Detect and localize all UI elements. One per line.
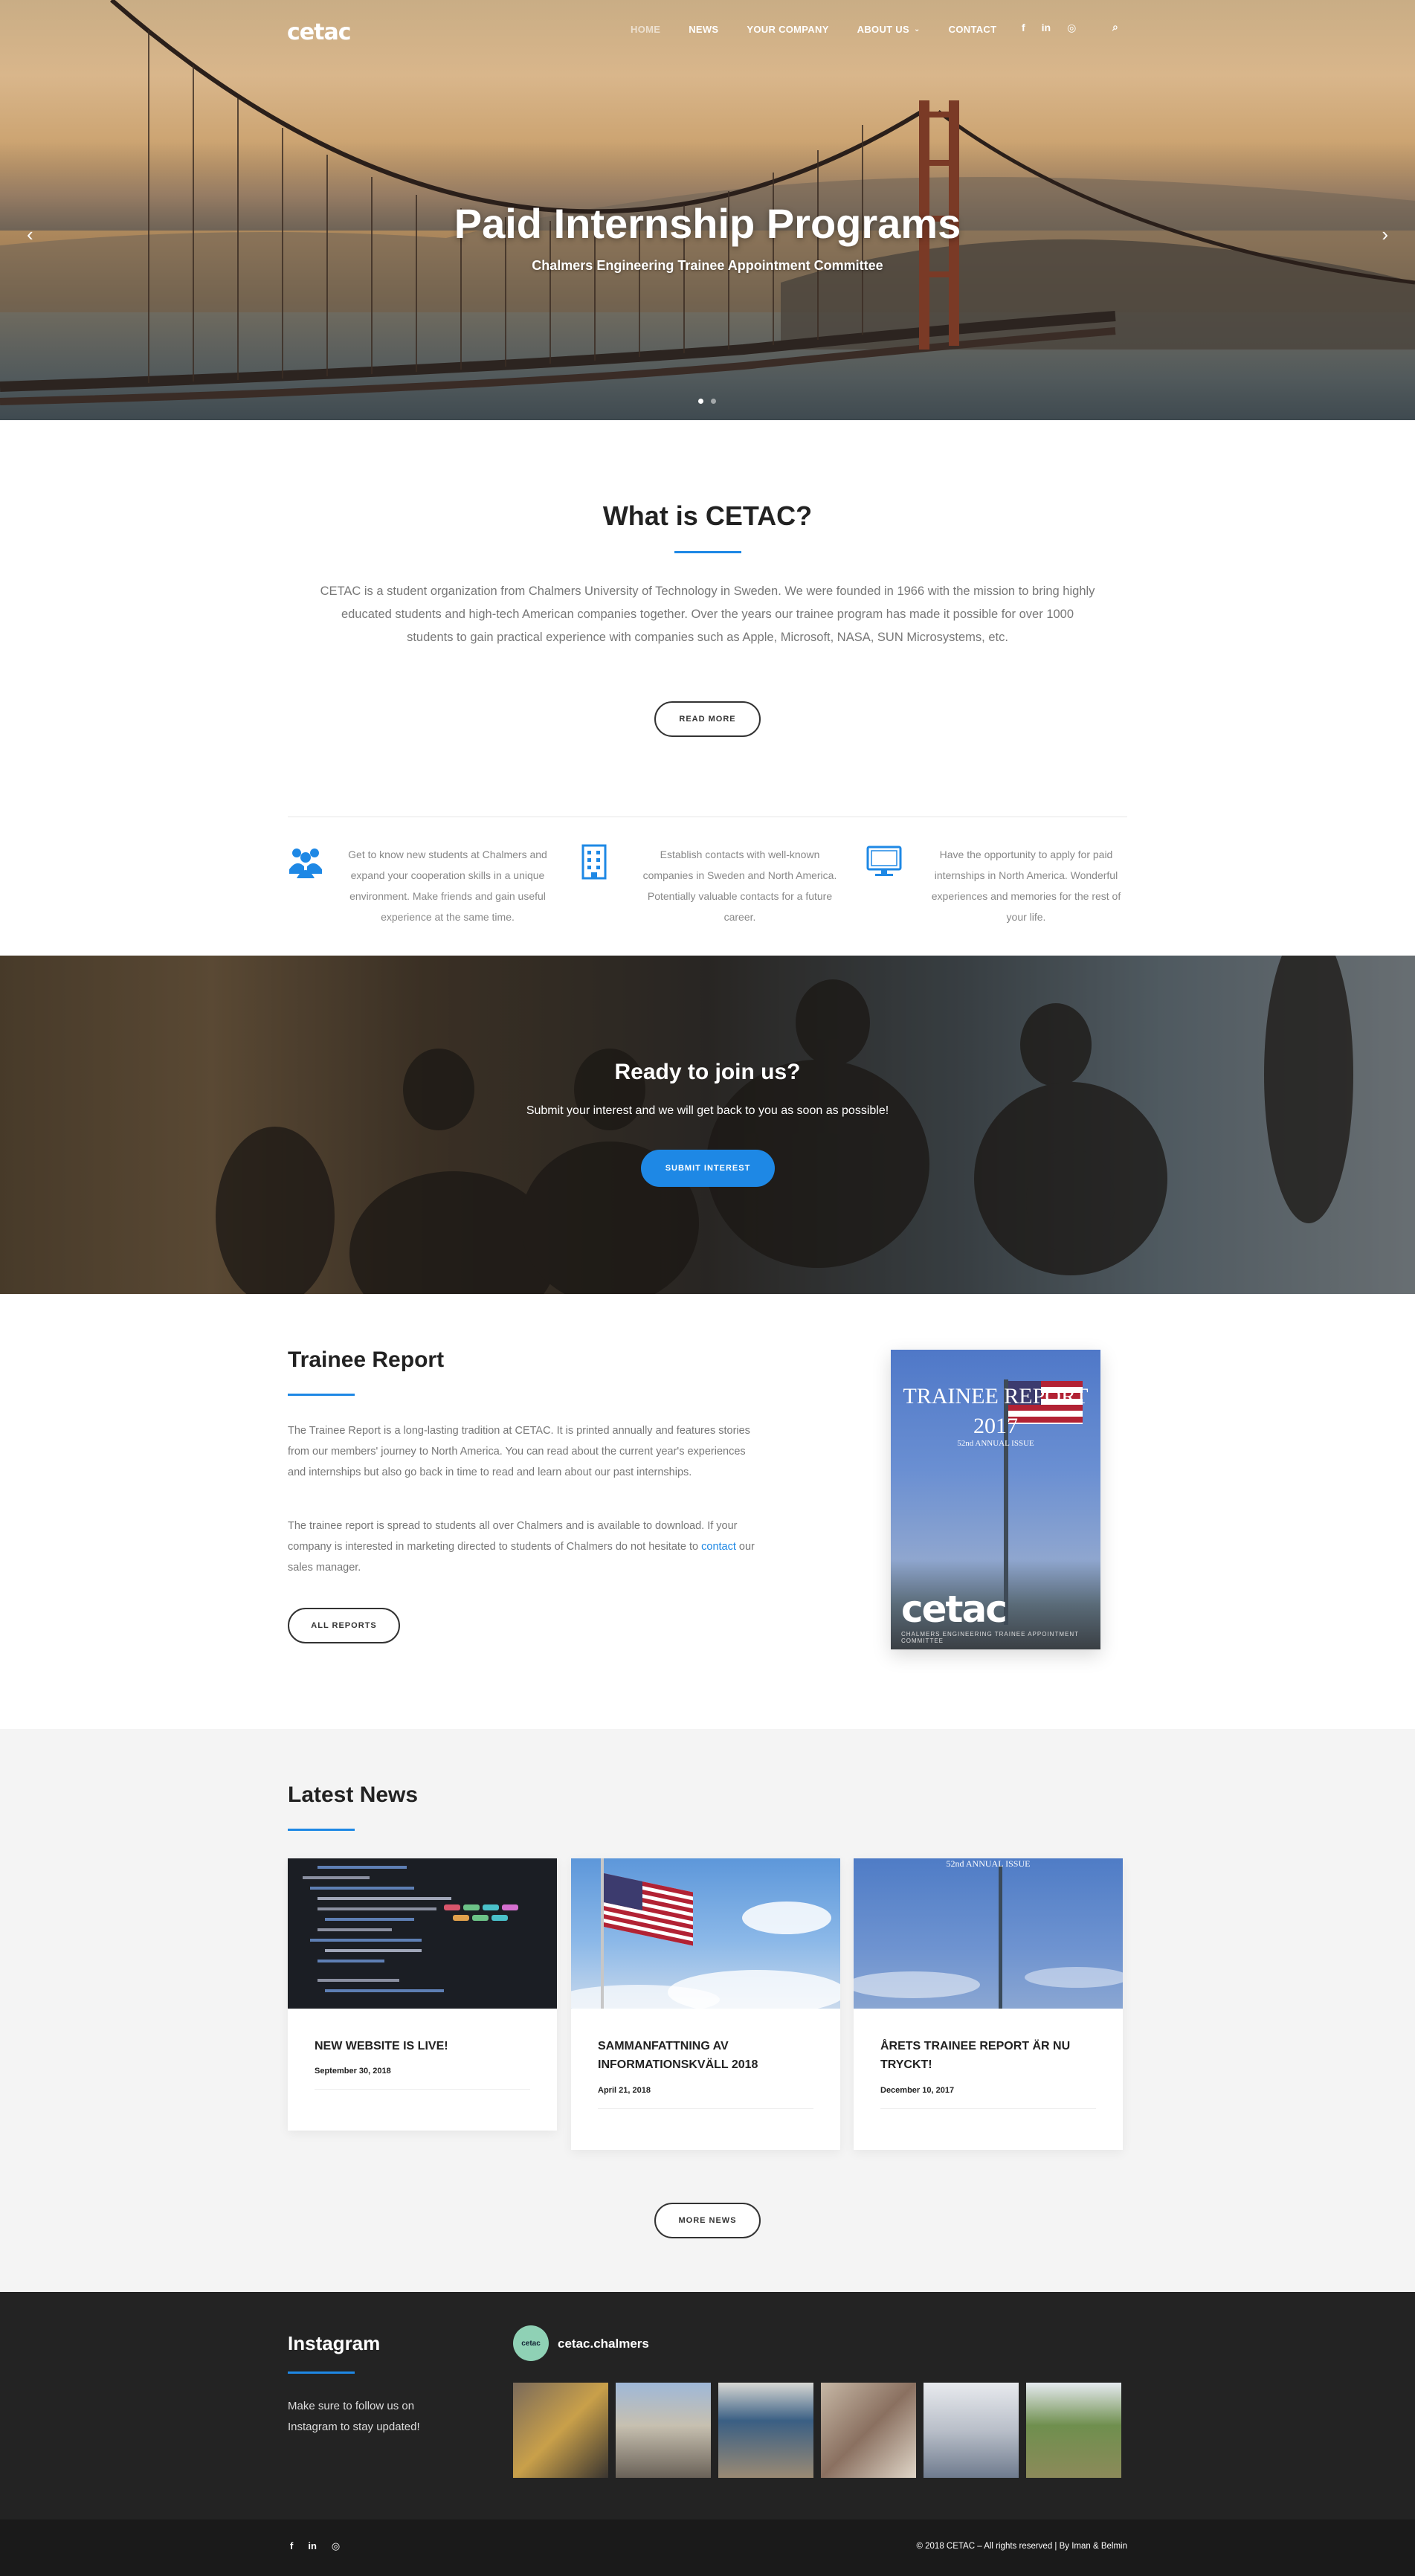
report-paragraph-1: The Trainee Report is a long-lasting tra… bbox=[288, 1425, 750, 1478]
report-cover-image[interactable]: TRAINEE REPORT 2017 52nd ANNUAL ISSUE ce… bbox=[891, 1350, 1100, 1649]
card-divider bbox=[315, 2089, 530, 2090]
feature-contacts-text: Establish contacts with well-known compa… bbox=[642, 849, 837, 923]
code-screen bbox=[303, 1866, 518, 1992]
instagram-post[interactable] bbox=[616, 2383, 711, 2478]
linkedin-icon[interactable]: in bbox=[1042, 22, 1051, 34]
users-icon bbox=[289, 849, 322, 878]
instagram-avatar[interactable]: cetac bbox=[513, 2325, 549, 2361]
instagram-icon[interactable]: ◎ bbox=[332, 2540, 340, 2552]
news-card-title[interactable]: NEW WEBSITE IS LIVE! bbox=[315, 2037, 530, 2055]
nav-about-us[interactable]: ABOUT US ⌄ bbox=[857, 24, 921, 35]
news-card-date: April 21, 2018 bbox=[598, 2086, 651, 2095]
copyright-text: © 2018 CETAC – All rights reserved | By … bbox=[916, 2542, 1127, 2551]
nav-home[interactable]: HOME bbox=[631, 24, 660, 35]
about-title: What is CETAC? bbox=[602, 500, 813, 531]
read-more-button[interactable]: READ MORE bbox=[654, 701, 761, 737]
hero-slider: cetac HOME NEWS YOUR COMPANY ABOUT US ⌄ C… bbox=[0, 0, 1415, 420]
nav-your-company[interactable]: YOUR COMPANY bbox=[747, 24, 828, 35]
hero-subtitle: Chalmers Engineering Trainee Appointment… bbox=[532, 258, 883, 273]
hero-title: Paid Internship Programs bbox=[454, 200, 961, 247]
report-p2-start: The trainee report is spread to students… bbox=[288, 1520, 738, 1553]
nav-about-us-label: ABOUT US bbox=[857, 24, 909, 35]
instagram-feed bbox=[513, 2383, 1121, 2478]
contact-link[interactable]: contact bbox=[701, 1541, 736, 1553]
trainee-report-section: Trainee Report The Trainee Report is a l… bbox=[0, 1294, 1415, 1729]
header-social-links: f in ◎ bbox=[1022, 22, 1076, 34]
cetac-logo[interactable]: cetac bbox=[287, 19, 351, 45]
cover-subtitle: CHALMERS ENGINEERING TRAINEE APPOINTMENT… bbox=[901, 1631, 1079, 1644]
card-divider bbox=[598, 2108, 813, 2109]
about-text: CETAC is a student organization from Cha… bbox=[320, 585, 1095, 644]
nav-news[interactable]: NEWS bbox=[689, 24, 718, 35]
more-news-button[interactable]: MORE NEWS bbox=[654, 2203, 761, 2238]
news-image-code bbox=[288, 1858, 557, 2009]
news-card-title[interactable]: SAMMANFATTNING AV INFORMATIONSKVÄLL 2018 bbox=[598, 2037, 813, 2074]
news-card[interactable]: 52nd ANNUAL ISSUE ÅRETS TRAINEE REPORT Ä… bbox=[854, 1858, 1123, 2150]
join-section: Ready to join us? Submit your interest a… bbox=[0, 956, 1415, 1294]
search-icon[interactable]: ⌕ bbox=[1112, 21, 1118, 33]
title-underline bbox=[288, 1394, 355, 1396]
title-underline bbox=[288, 2371, 355, 2374]
flag-photo bbox=[571, 1858, 840, 2009]
join-text: Submit your interest and we will get bac… bbox=[526, 1104, 889, 1117]
report-title: Trainee Report bbox=[288, 1347, 445, 1372]
monitor-icon bbox=[866, 846, 902, 876]
card-divider bbox=[880, 2108, 1096, 2109]
instagram-icon[interactable]: ◎ bbox=[1067, 22, 1076, 34]
facebook-icon[interactable]: f bbox=[290, 2540, 293, 2552]
join-title: Ready to join us? bbox=[614, 1060, 801, 1084]
slider-dots bbox=[698, 399, 716, 404]
report-photo bbox=[854, 1866, 1123, 2009]
instagram-post[interactable] bbox=[1026, 2383, 1121, 2478]
news-card-title[interactable]: ÅRETS TRAINEE REPORT ÄR NU TRYCKT! bbox=[880, 2037, 1096, 2074]
instagram-handle[interactable]: cetac.chalmers bbox=[558, 2337, 649, 2351]
instagram-section: Instagram Make sure to follow us on Inst… bbox=[0, 2292, 1415, 2519]
instagram-text: Make sure to follow us on Instagram to s… bbox=[288, 2400, 420, 2433]
nav-menu: HOME NEWS YOUR COMPANY ABOUT US ⌄ CONTACT bbox=[631, 24, 1025, 35]
news-image-flag bbox=[571, 1858, 840, 2009]
slider-dot-1[interactable] bbox=[698, 399, 703, 404]
building-icon bbox=[581, 844, 607, 880]
news-title: Latest News bbox=[288, 1783, 419, 1807]
instagram-post[interactable] bbox=[718, 2383, 813, 2478]
report-paragraph-2: The trainee report is spread to students… bbox=[288, 1516, 764, 1578]
news-card-date: September 30, 2018 bbox=[315, 2067, 391, 2076]
cover-year: 2017 bbox=[973, 1414, 1018, 1438]
news-card[interactable]: NEW WEBSITE IS LIVE! September 30, 2018 bbox=[288, 1858, 557, 2131]
instagram-title: Instagram bbox=[288, 2332, 381, 2354]
slider-dot-2[interactable] bbox=[711, 399, 716, 404]
overlay bbox=[0, 956, 1415, 1294]
all-reports-button[interactable]: ALL REPORTS bbox=[288, 1608, 400, 1643]
feature-internships-text: Have the opportunity to apply for paid i… bbox=[931, 849, 1121, 923]
chevron-down-icon: ⌄ bbox=[913, 25, 921, 33]
instagram-post[interactable] bbox=[821, 2383, 916, 2478]
main-navigation: cetac HOME NEWS YOUR COMPANY ABOUT US ⌄ C… bbox=[0, 0, 1415, 61]
title-underline bbox=[288, 1829, 355, 1831]
latest-news-section: Latest News NEW WEBSITE IS LIVE! Septemb… bbox=[0, 1729, 1415, 2292]
title-underline bbox=[674, 551, 741, 553]
cover-title: TRAINEE REPORT bbox=[903, 1384, 1089, 1408]
about-section: What is CETAC? CETAC is a student organi… bbox=[0, 420, 1415, 956]
news-image-report: 52nd ANNUAL ISSUE bbox=[854, 1858, 1123, 2009]
footer-social-links: f in ◎ bbox=[290, 2540, 340, 2552]
footer: f in ◎ © 2018 CETAC – All rights reserve… bbox=[0, 2519, 1415, 2576]
facebook-icon[interactable]: f bbox=[1022, 22, 1025, 34]
cover-logo: cetac bbox=[901, 1588, 1008, 1631]
feature-students-text: Get to know new students at Chalmers and… bbox=[348, 849, 547, 923]
nav-contact[interactable]: CONTACT bbox=[949, 24, 997, 35]
news-card-date: December 10, 2017 bbox=[880, 2086, 955, 2095]
slider-prev-icon[interactable]: ‹ bbox=[27, 223, 33, 246]
news-card[interactable]: SAMMANFATTNING AV INFORMATIONSKVÄLL 2018… bbox=[571, 1858, 840, 2150]
cover-issue: 52nd ANNUAL ISSUE bbox=[957, 1439, 1034, 1448]
instagram-post[interactable] bbox=[924, 2383, 1019, 2478]
slider-next-icon[interactable]: › bbox=[1382, 223, 1388, 246]
instagram-post[interactable] bbox=[513, 2383, 608, 2478]
submit-interest-button[interactable]: SUBMIT INTEREST bbox=[641, 1150, 775, 1187]
card-image-caption: 52nd ANNUAL ISSUE bbox=[946, 1858, 1031, 1869]
linkedin-icon[interactable]: in bbox=[308, 2540, 317, 2552]
